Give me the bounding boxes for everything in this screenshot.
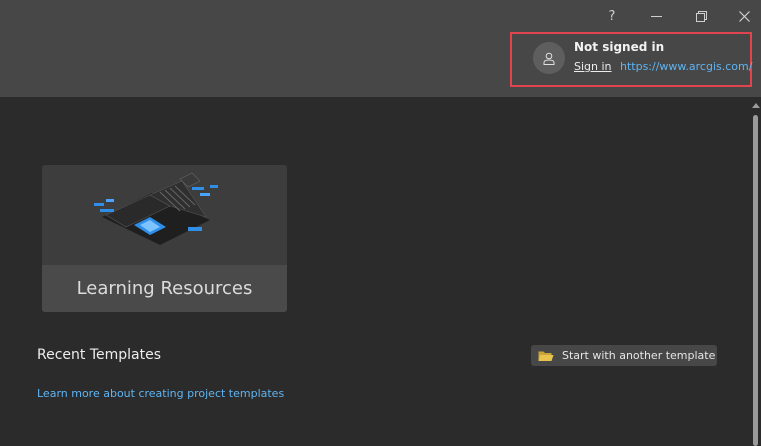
start-with-another-template-button[interactable]: Start with another template xyxy=(531,345,717,366)
account-panel: Not signed in Sign in https://www.arcgis… xyxy=(510,32,752,87)
sign-in-link[interactable]: Sign in xyxy=(574,60,612,73)
vertical-scrollbar[interactable] xyxy=(751,97,761,446)
recent-templates-heading: Recent Templates xyxy=(37,347,162,363)
close-button[interactable] xyxy=(729,4,759,28)
learning-resources-label: Learning Resources xyxy=(76,278,253,299)
sign-in-status: Not signed in xyxy=(574,40,665,54)
close-icon xyxy=(738,10,750,22)
help-button[interactable]: ? xyxy=(597,4,627,28)
learning-resources-illustration xyxy=(42,165,287,265)
learn-more-templates-link[interactable]: Learn more about creating project templa… xyxy=(37,387,284,400)
minimize-icon xyxy=(650,15,662,17)
start-with-another-template-label: Start with another template xyxy=(562,349,716,362)
portal-url-link[interactable]: https://www.arcgis.com/ xyxy=(620,60,752,73)
restore-icon xyxy=(695,10,707,22)
learning-resources-label-bar: Learning Resources xyxy=(42,265,287,312)
scroll-up-arrow-icon[interactable] xyxy=(752,103,760,108)
app-header: ? Not signed in Sign in https://www.arcg… xyxy=(0,0,761,97)
folder-icon xyxy=(538,351,554,361)
learning-resources-card[interactable]: Learning Resources xyxy=(42,165,287,312)
open-book-illustration xyxy=(94,172,218,245)
restore-button[interactable] xyxy=(686,4,716,28)
scroll-thumb[interactable] xyxy=(753,115,758,446)
avatar[interactable] xyxy=(533,42,565,74)
minimize-button[interactable] xyxy=(641,4,671,28)
user-icon xyxy=(543,52,555,65)
